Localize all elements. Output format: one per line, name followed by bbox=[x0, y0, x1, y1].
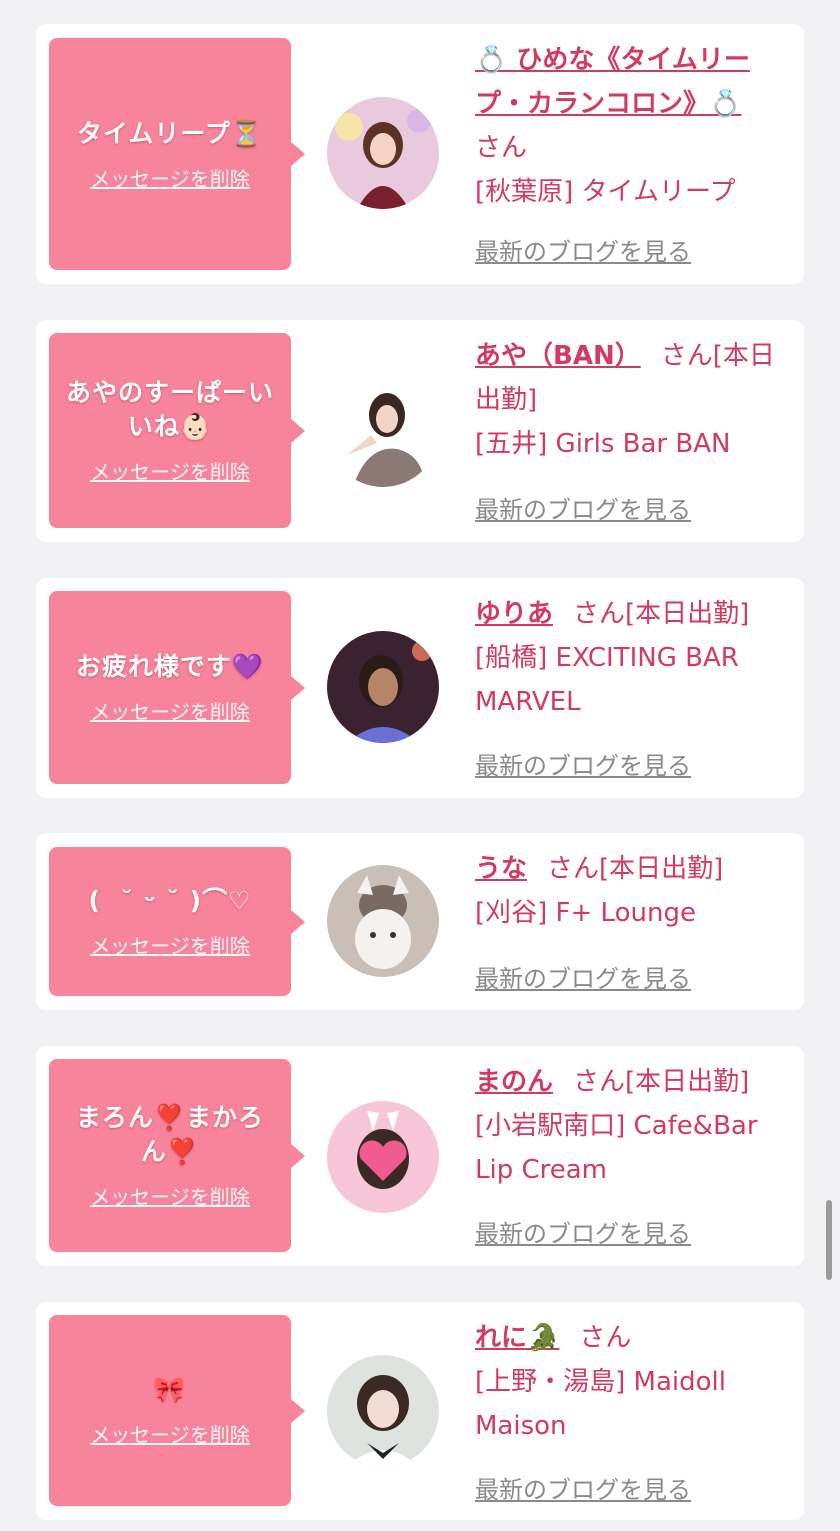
cast-info: あや（BAN） さん[本日出勤] [五井] Girls Bar BAN bbox=[475, 334, 785, 466]
shop-label: [刈谷] F+ Lounge bbox=[475, 898, 696, 928]
message-bubble: 🎀 メッセージを削除 bbox=[49, 1315, 305, 1506]
san-label: さん bbox=[573, 1067, 626, 1097]
message-card: お疲れ様です💜 メッセージを削除 ゆりあ さん[本日出勤] [船橋] EXCITI… bbox=[36, 578, 804, 798]
san-label: さん bbox=[660, 341, 713, 371]
cast-info: うな さん[本日出勤] [刈谷] F+ Lounge bbox=[475, 847, 785, 935]
shop-label: [船橋] EXCITING BAR MARVEL bbox=[475, 643, 739, 717]
message-text: ( ︎ ˘ ᵕ ˘ ︎)⌒♡ bbox=[88, 886, 252, 915]
avatar[interactable] bbox=[327, 375, 439, 487]
message-text: お疲れ様です💜 bbox=[75, 652, 265, 681]
message-text: 🎀 bbox=[153, 1375, 187, 1404]
delete-message-link[interactable]: メッセージを削除 bbox=[90, 930, 250, 959]
latest-blog-link[interactable]: 最新のブログを見る bbox=[475, 746, 691, 781]
avatar[interactable] bbox=[327, 631, 439, 743]
cast-info: ゆりあ さん[本日出勤] [船橋] EXCITING BAR MARVEL bbox=[475, 592, 785, 724]
cast-info: 💍 ひめな《タイムリープ・カランコロン》💍 さん [秋葉原] タイムリープ bbox=[475, 38, 785, 214]
message-bubble: タイムリープ⏳ メッセージを削除 bbox=[49, 38, 305, 270]
san-label: さん bbox=[579, 1323, 632, 1353]
message-card: ( ︎ ˘ ᵕ ˘ ︎)⌒♡ メッセージを削除 うな さん[本日出勤] [刈谷] … bbox=[36, 833, 804, 1010]
san-label: さん bbox=[547, 854, 600, 884]
avatar[interactable] bbox=[327, 865, 439, 977]
latest-blog-link[interactable]: 最新のブログを見る bbox=[475, 232, 691, 267]
cast-name-link[interactable]: まのん bbox=[475, 1067, 553, 1097]
shop-label: [小岩駅南口] Cafe&Bar Lip Cream bbox=[475, 1111, 758, 1185]
shop-label: [上野・湯島] Maidoll Maison bbox=[475, 1367, 726, 1441]
message-bubble: ( ︎ ˘ ᵕ ˘ ︎)⌒♡ メッセージを削除 bbox=[49, 847, 305, 996]
latest-blog-link[interactable]: 最新のブログを見る bbox=[475, 1470, 691, 1505]
message-text: タイムリープ⏳ bbox=[76, 118, 264, 148]
delete-message-link[interactable]: メッセージを削除 bbox=[90, 456, 250, 485]
message-card: あやのすーぱーいいね👶🏻 メッセージを削除 あや（BAN） さん[本日出勤] [五… bbox=[36, 320, 804, 542]
status-label: [本日出勤] bbox=[625, 1067, 750, 1097]
delete-message-link[interactable]: メッセージを削除 bbox=[90, 1181, 250, 1210]
cast-name-link[interactable]: れに🐊 bbox=[475, 1323, 559, 1353]
scrollbar[interactable] bbox=[826, 1200, 832, 1280]
cast-info: まのん さん[本日出勤] [小岩駅南口] Cafe&Bar Lip Cream bbox=[475, 1060, 785, 1192]
message-card: まろん❣️まかろん❣️ メッセージを削除 まのん さん[本日出勤] [小岩駅南口]… bbox=[36, 1046, 804, 1266]
cast-name-link[interactable]: あや（BAN） bbox=[475, 341, 641, 371]
shop-label: [五井] Girls Bar BAN bbox=[475, 429, 731, 459]
message-text: まろん❣️まかろん❣️ bbox=[75, 1103, 265, 1166]
message-text: あやのすーぱーいいね👶🏻 bbox=[65, 378, 274, 441]
latest-blog-link[interactable]: 最新のブログを見る bbox=[475, 1214, 691, 1249]
avatar[interactable] bbox=[327, 1355, 439, 1467]
cast-info: れに🐊 さん [上野・湯島] Maidoll Maison bbox=[475, 1316, 785, 1448]
shop-label: [秋葉原] タイムリープ bbox=[475, 177, 736, 207]
message-card: タイムリープ⏳ メッセージを削除 💍 ひめな《タイムリープ・カランコロン》💍 さ… bbox=[36, 24, 804, 284]
san-label: さん bbox=[475, 133, 528, 163]
cast-name-link[interactable]: ゆりあ bbox=[475, 599, 553, 629]
delete-message-link[interactable]: メッセージを削除 bbox=[90, 696, 250, 725]
san-label: さん bbox=[573, 599, 626, 629]
status-label: [本日出勤] bbox=[625, 599, 750, 629]
avatar[interactable] bbox=[327, 1101, 439, 1213]
latest-blog-link[interactable]: 最新のブログを見る bbox=[475, 490, 691, 525]
message-bubble: あやのすーぱーいいね👶🏻 メッセージを削除 bbox=[49, 333, 305, 528]
cast-name-link[interactable]: うな bbox=[475, 854, 527, 884]
status-label: [本日出勤] bbox=[599, 854, 724, 884]
delete-message-link[interactable]: メッセージを削除 bbox=[90, 163, 250, 192]
latest-blog-link[interactable]: 最新のブログを見る bbox=[475, 959, 691, 994]
message-bubble: まろん❣️まかろん❣️ メッセージを削除 bbox=[49, 1059, 305, 1252]
message-bubble: お疲れ様です💜 メッセージを削除 bbox=[49, 591, 305, 784]
message-card: 🎀 メッセージを削除 れに🐊 さん [上野・湯島] Maidoll Maison … bbox=[36, 1302, 804, 1520]
delete-message-link[interactable]: メッセージを削除 bbox=[90, 1419, 250, 1448]
avatar[interactable] bbox=[327, 97, 439, 209]
cast-name-link[interactable]: 💍 ひめな《タイムリープ・カランコロン》💍 bbox=[475, 45, 750, 119]
